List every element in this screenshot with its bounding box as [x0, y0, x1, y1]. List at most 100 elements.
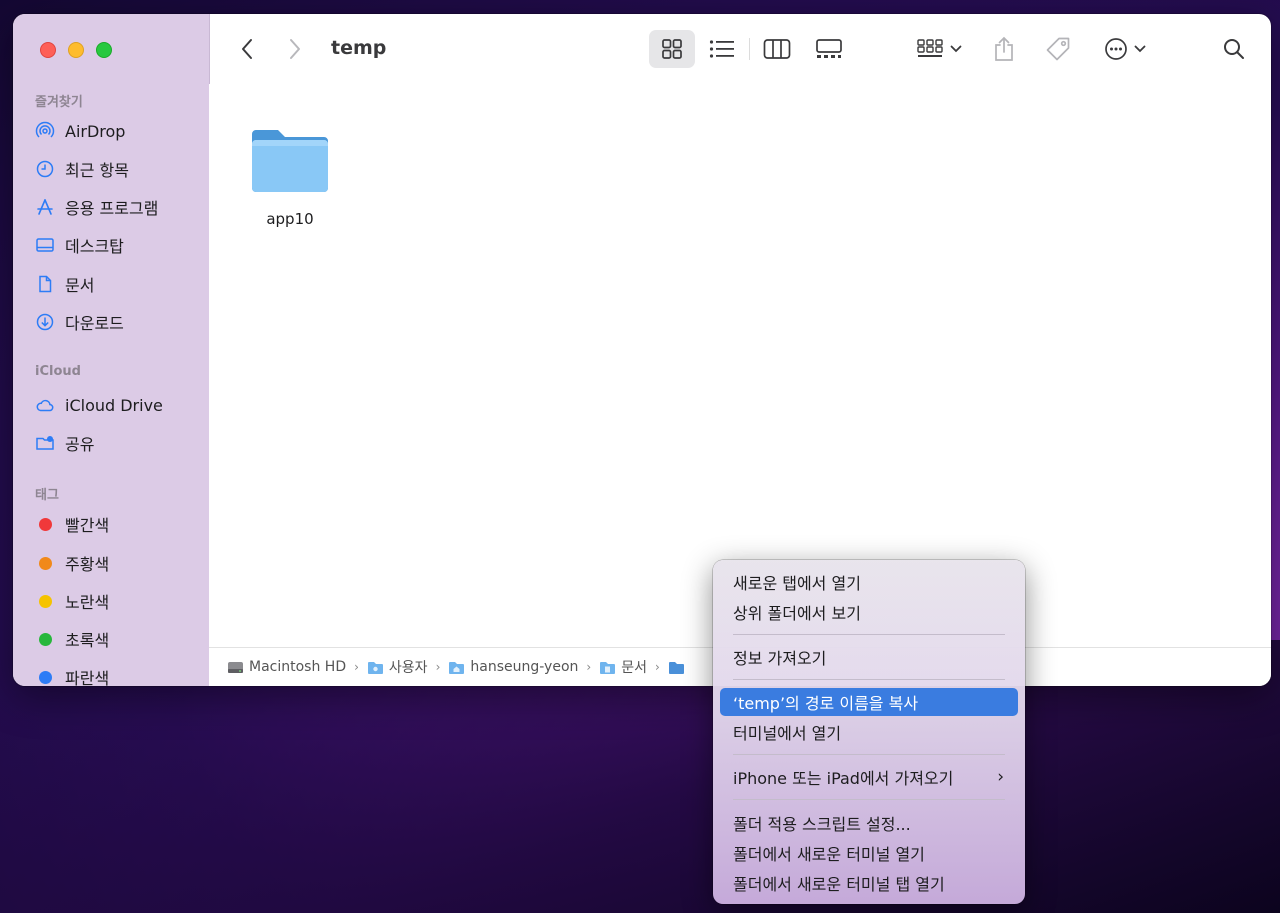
tag-color-dot: [39, 632, 52, 646]
sidebar-item-desktop[interactable]: 데스크탑: [35, 233, 124, 257]
sidebar-item-recents[interactable]: 최근 항목: [35, 157, 129, 181]
sidebar-item-label: 응용 프로그램: [65, 199, 159, 218]
sidebar: 즐겨찾기 AirDrop 최근 항목 응용 프로그램 데스크탑 문서 다운로드 …: [13, 14, 210, 686]
sidebar-item-label: 파란색: [65, 669, 110, 686]
menu-item-get-info[interactable]: 정보 가져오기: [720, 643, 1018, 671]
shared-folder-icon: [35, 433, 55, 453]
menu-item-label: 폴더 적용 스크립트 설정...: [733, 815, 911, 834]
column-view-button[interactable]: [758, 30, 796, 68]
chevron-right-icon: [290, 39, 300, 59]
menu-item-label: 상위 폴더에서 보기: [733, 604, 861, 623]
sidebar-item-icloud-drive[interactable]: iCloud Drive: [35, 393, 163, 417]
minimize-window-button[interactable]: [68, 42, 84, 58]
menu-item-label: ‘temp’의 경로 이름을 복사: [733, 694, 919, 713]
sidebar-item-label: 빨간색: [65, 516, 110, 535]
sidebar-item-label: 공유: [65, 435, 95, 454]
context-menu: 새로운 탭에서 열기 상위 폴더에서 보기 정보 가져오기 ‘temp’의 경로…: [713, 560, 1025, 904]
sidebar-item-label: 주황색: [65, 555, 110, 574]
path-crumb-current[interactable]: [668, 660, 690, 675]
menu-item-show-in-enclosing-folder[interactable]: 상위 폴더에서 보기: [720, 598, 1018, 626]
section-favorites-title: 즐겨찾기: [35, 95, 83, 110]
sidebar-item-label: 초록색: [65, 631, 110, 650]
path-crumb-macintosh-hd[interactable]: Macintosh HD: [227, 659, 346, 675]
chevron-down-icon: [1134, 45, 1146, 53]
group-by-button[interactable]: [911, 30, 967, 68]
menu-item-import-from-iphone-ipad[interactable]: iPhone 또는 iPad에서 가져오기 ›: [720, 763, 1018, 791]
finder-window: 즐겨찾기 AirDrop 최근 항목 응용 프로그램 데스크탑 문서 다운로드 …: [13, 14, 1271, 686]
group-grid-icon: [917, 39, 943, 57]
sidebar-item-label: 데스크탑: [65, 237, 124, 256]
users-folder-icon: [367, 660, 384, 675]
search-icon: [1224, 39, 1244, 59]
menu-item-copy-path[interactable]: ‘temp’의 경로 이름을 복사: [720, 688, 1018, 716]
menu-item-open-in-terminal[interactable]: 터미널에서 열기: [720, 718, 1018, 746]
desktop-icon: [35, 235, 55, 255]
sidebar-item-documents[interactable]: 문서: [35, 272, 94, 296]
home-folder-icon: [448, 660, 465, 675]
list-view-button[interactable]: [703, 30, 741, 68]
toolbar: temp: [209, 14, 1271, 84]
close-window-button[interactable]: [40, 42, 56, 58]
sidebar-item-airdrop[interactable]: AirDrop: [35, 119, 125, 143]
sidebar-tag-green[interactable]: 초록색: [35, 627, 109, 651]
menu-item-label: 폴더에서 새로운 터미널 탭 열기: [733, 875, 945, 894]
menu-item-label: 정보 가져오기: [733, 649, 827, 668]
menu-separator: [733, 754, 1005, 755]
sidebar-item-downloads[interactable]: 다운로드: [35, 310, 124, 334]
sidebar-item-shared[interactable]: 공유: [35, 431, 94, 455]
toolbar-divider: [749, 38, 750, 60]
sidebar-tag-blue[interactable]: 파란색: [35, 665, 109, 686]
sidebar-tag-red[interactable]: 빨간색: [35, 512, 109, 536]
menu-separator: [733, 634, 1005, 635]
menu-separator: [733, 679, 1005, 680]
sidebar-item-label: AirDrop: [65, 121, 126, 141]
path-separator-icon: ›: [435, 660, 441, 674]
applications-icon: [35, 197, 55, 217]
menu-item-new-terminal-at-folder[interactable]: 폴더에서 새로운 터미널 열기: [720, 839, 1018, 867]
list-icon: [709, 40, 734, 58]
folder-icon: [252, 130, 328, 192]
gallery-view-button[interactable]: [809, 30, 849, 68]
icon-view-button[interactable]: [649, 30, 695, 68]
fullscreen-window-button[interactable]: [96, 42, 112, 58]
airdrop-icon: [35, 121, 55, 141]
forward-button[interactable]: [283, 36, 307, 62]
path-crumb-documents[interactable]: 문서: [599, 657, 647, 677]
documents-folder-icon: [599, 660, 616, 675]
section-icloud-title: iCloud: [35, 364, 81, 379]
path-crumb-users[interactable]: 사용자: [367, 657, 428, 677]
cloud-icon: [35, 395, 55, 415]
folder-name-label: app10: [266, 210, 314, 228]
more-actions-button[interactable]: [1097, 30, 1153, 68]
menu-separator: [733, 799, 1005, 800]
path-crumb-label: hanseung-yeon: [470, 659, 579, 675]
clock-icon: [35, 159, 55, 179]
sidebar-item-label: 문서: [65, 276, 95, 295]
sidebar-item-applications[interactable]: 응용 프로그램: [35, 195, 158, 219]
columns-icon: [763, 39, 791, 59]
sidebar-item-label: 최근 항목: [65, 161, 129, 180]
menu-item-new-terminal-tab-at-folder[interactable]: 폴더에서 새로운 터미널 탭 열기: [720, 869, 1018, 897]
menu-item-folder-action-setup[interactable]: 폴더 적용 스크립트 설정...: [720, 809, 1018, 837]
share-button[interactable]: [987, 30, 1021, 68]
sidebar-item-label: iCloud Drive: [65, 395, 163, 415]
sidebar-item-label: 노란색: [65, 593, 110, 612]
tag-button[interactable]: [1039, 30, 1077, 68]
chevron-down-icon: [950, 45, 962, 53]
folder-item-app10[interactable]: app10: [245, 124, 335, 228]
sidebar-tag-orange[interactable]: 주황색: [35, 551, 109, 575]
path-separator-icon: ›: [354, 660, 359, 674]
tag-color-dot: [39, 670, 52, 684]
tag-icon: [1046, 37, 1070, 61]
menu-item-open-in-new-tab[interactable]: 새로운 탭에서 열기: [720, 568, 1018, 596]
chevron-left-icon: [242, 39, 252, 59]
ellipsis-circle-icon: [1105, 38, 1127, 60]
path-crumb-home[interactable]: hanseung-yeon: [448, 659, 578, 675]
tag-color-dot: [39, 556, 52, 570]
path-crumb-label: 사용자: [388, 660, 428, 676]
hard-drive-icon: [227, 660, 244, 675]
back-button[interactable]: [235, 36, 259, 62]
document-icon: [35, 274, 55, 294]
sidebar-tag-yellow[interactable]: 노란색: [35, 589, 109, 613]
search-button[interactable]: [1216, 30, 1252, 68]
